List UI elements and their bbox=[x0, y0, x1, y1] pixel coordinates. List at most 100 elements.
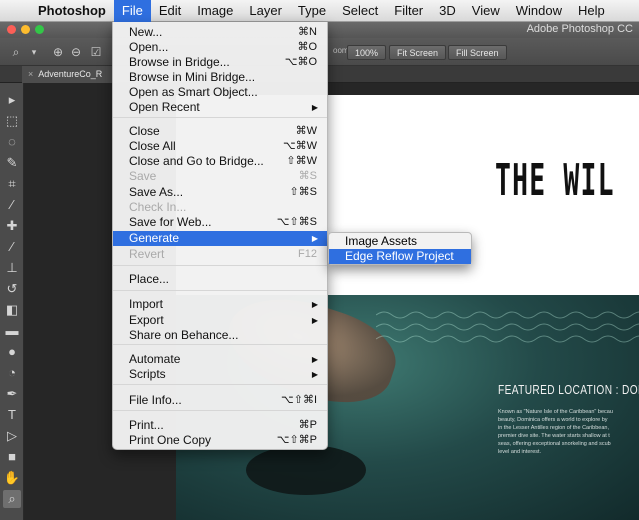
menu-item-shortcut: ⇧⌘W bbox=[286, 155, 317, 167]
file-menu-item-browse-in-bridge[interactable]: Browse in Bridge... ⌥⌘O bbox=[113, 55, 327, 70]
menu-item-shortcut: ⇧⌘S bbox=[289, 186, 317, 198]
file-menu-item-automate[interactable]: Automate ▶ bbox=[113, 352, 327, 367]
menu-item-label: Print... bbox=[129, 418, 164, 432]
submenu-arrow-icon: ▶ bbox=[311, 103, 318, 112]
zoom-100-button[interactable]: 100% bbox=[347, 45, 387, 60]
lasso-tool-icon[interactable]: ◌ bbox=[3, 133, 21, 151]
zoom-tool-icon[interactable]: ⌕ bbox=[8, 44, 24, 60]
chevron-down-icon[interactable]: ▾ bbox=[26, 44, 42, 60]
menu-photoshop[interactable]: Photoshop bbox=[30, 0, 114, 22]
menu-separator bbox=[113, 410, 327, 411]
path-select-tool-icon[interactable]: ▷ bbox=[3, 427, 21, 445]
document-tab-label: AdventureCo_R bbox=[38, 69, 103, 79]
fill-screen-button[interactable]: Fill Screen bbox=[448, 45, 507, 60]
menu-item-label: File Info... bbox=[129, 393, 182, 407]
file-menu-item-close[interactable]: Close ⌘W bbox=[113, 124, 327, 139]
zoom-in-icon[interactable]: ⊕ bbox=[50, 44, 66, 60]
menu-item-label: Share on Behance... bbox=[129, 328, 239, 342]
marquee-tool-icon[interactable]: ⬚ bbox=[3, 112, 21, 130]
menu-item-label: Open Recent bbox=[129, 100, 200, 114]
menu-item-label: Save bbox=[129, 169, 157, 183]
file-menu-item-scripts[interactable]: Scripts ▶ bbox=[113, 367, 327, 382]
hand-tool-icon[interactable]: ✋ bbox=[3, 469, 21, 487]
file-menu-item-browse-in-mini-bridge[interactable]: Browse in Mini Bridge... bbox=[113, 70, 327, 85]
file-menu-item-new[interactable]: New... ⌘N bbox=[113, 25, 327, 40]
menu-help[interactable]: Help bbox=[570, 0, 613, 22]
file-menu-item-file-info[interactable]: File Info... ⌥⇧⌘I bbox=[113, 393, 327, 408]
menu-edit[interactable]: Edit bbox=[151, 0, 189, 22]
menu-view[interactable]: View bbox=[464, 0, 508, 22]
photoshop-window: Photoshop File Edit Image Layer Type Select Fil… bbox=[0, 0, 639, 520]
window-title: Adobe Photoshop CC bbox=[526, 23, 633, 35]
file-menu-item-place[interactable]: Place... bbox=[113, 272, 327, 287]
body-text-line: beauty, Dominica offers a world to explo… bbox=[498, 417, 608, 423]
zoom-tool-icon[interactable]: ⌕ bbox=[3, 490, 21, 508]
menu-file[interactable]: File bbox=[113, 0, 151, 22]
clone-stamp-tool-icon[interactable]: ⊥ bbox=[3, 259, 21, 277]
menu-select[interactable]: Select bbox=[334, 0, 386, 22]
menu-item-label: Revert bbox=[129, 247, 165, 261]
menu-item-shortcut: ⌘O bbox=[297, 41, 317, 53]
file-menu-item-print-one-copy[interactable]: Print One Copy ⌥⇧⌘P bbox=[113, 433, 327, 448]
move-tool-icon[interactable]: ▸ bbox=[3, 91, 21, 109]
zoom-out-icon[interactable]: ⊖ bbox=[68, 44, 84, 60]
pen-tool-icon[interactable]: ✒ bbox=[3, 385, 21, 403]
body-text-line: premier dive site. The water starts shal… bbox=[498, 433, 610, 439]
menu-type[interactable]: Type bbox=[290, 0, 334, 22]
file-menu-item-print[interactable]: Print... ⌘P bbox=[113, 418, 327, 433]
menu-3d[interactable]: 3D bbox=[431, 0, 464, 22]
minimize-window-button[interactable] bbox=[21, 25, 30, 34]
document-tab[interactable]: × AdventureCo_R bbox=[22, 66, 118, 83]
menu-separator bbox=[113, 384, 327, 385]
resize-windows-checkbox-icon[interactable]: ☑ bbox=[88, 44, 104, 60]
file-menu-item-save-for-web[interactable]: Save for Web... ⌥⇧⌘S bbox=[113, 215, 327, 230]
gradient-tool-icon[interactable]: ▬ bbox=[3, 322, 21, 340]
fin-shape bbox=[246, 445, 366, 495]
type-tool-icon[interactable]: T bbox=[3, 406, 21, 424]
menu-item-shortcut: ⌥⇧⌘I bbox=[281, 394, 317, 406]
history-brush-tool-icon[interactable]: ↺ bbox=[3, 280, 21, 298]
close-tab-icon[interactable]: × bbox=[28, 69, 33, 79]
file-menu-item-open-recent[interactable]: Open Recent ▶ bbox=[113, 100, 327, 115]
file-menu-item-save-as[interactable]: Save As... ⇧⌘S bbox=[113, 185, 327, 200]
blur-tool-icon[interactable]: ● bbox=[3, 343, 21, 361]
dodge-tool-icon[interactable]: ◔ bbox=[3, 364, 21, 382]
file-menu-item-close-and-go-to-bridge[interactable]: Close and Go to Bridge... ⇧⌘W bbox=[113, 154, 327, 169]
quick-select-tool-icon[interactable]: ✎ bbox=[3, 154, 21, 172]
healing-brush-tool-icon[interactable]: ✚ bbox=[3, 217, 21, 235]
crop-tool-icon[interactable]: ⌗ bbox=[3, 175, 21, 193]
file-menu-item-save: Save ⌘S bbox=[113, 169, 327, 184]
wave-pattern bbox=[376, 311, 639, 343]
zoom-window-button[interactable] bbox=[35, 25, 44, 34]
body-text-line: seas, offering exceptional snorkeling an… bbox=[498, 441, 611, 447]
menu-layer[interactable]: Layer bbox=[241, 0, 290, 22]
menu-item-shortcut: ⌘N bbox=[298, 26, 317, 38]
menu-image[interactable]: Image bbox=[189, 0, 241, 22]
file-menu-item-open[interactable]: Open... ⌘O bbox=[113, 40, 327, 55]
file-menu-item-open-as-smart-object[interactable]: Open as Smart Object... bbox=[113, 85, 327, 100]
eraser-tool-icon[interactable]: ◧ bbox=[3, 301, 21, 319]
menu-item-label: Import bbox=[129, 297, 164, 311]
body-text-line: level and interest. bbox=[498, 449, 542, 455]
file-menu-item-export[interactable]: Export ▶ bbox=[113, 313, 327, 328]
brush-tool-icon[interactable]: ∕ bbox=[3, 238, 21, 256]
file-menu-item-generate[interactable]: Generate ▶ bbox=[113, 231, 327, 246]
close-window-button[interactable] bbox=[7, 25, 16, 34]
menu-window[interactable]: Window bbox=[508, 0, 570, 22]
generate-item-image-assets[interactable]: Image Assets bbox=[329, 234, 471, 249]
tools-panel: ▸ ⬚ ◌ ✎ ⌗ ⁄ ✚ ∕ ⊥ ↺ ◧ ▬ ● ◔ ✒ T ▷ ■ ✋ ⌕ bbox=[0, 83, 24, 520]
featured-body-text: Known as "Nature Isle of the Caribbean" … bbox=[498, 408, 639, 488]
file-menu-item-share-on-behance[interactable]: Share on Behance... bbox=[113, 328, 327, 343]
file-menu-item-close-all[interactable]: Close All ⌥⌘W bbox=[113, 139, 327, 154]
menu-item-label: Place... bbox=[129, 272, 170, 286]
eyedropper-tool-icon[interactable]: ⁄ bbox=[3, 196, 21, 214]
fit-screen-button[interactable]: Fit Screen bbox=[389, 45, 447, 60]
generate-item-edge-reflow-project[interactable]: Edge Reflow Project bbox=[329, 249, 471, 264]
menu-filter[interactable]: Filter bbox=[386, 0, 431, 22]
rectangle-tool-icon[interactable]: ■ bbox=[3, 448, 21, 466]
window-controls bbox=[7, 25, 44, 34]
file-menu-item-import[interactable]: Import ▶ bbox=[113, 297, 327, 312]
menu-item-label: Save for Web... bbox=[129, 215, 212, 229]
menu-separator bbox=[113, 290, 327, 291]
featured-location-heading: FEATURED LOCATION : DOMINI bbox=[498, 382, 639, 397]
